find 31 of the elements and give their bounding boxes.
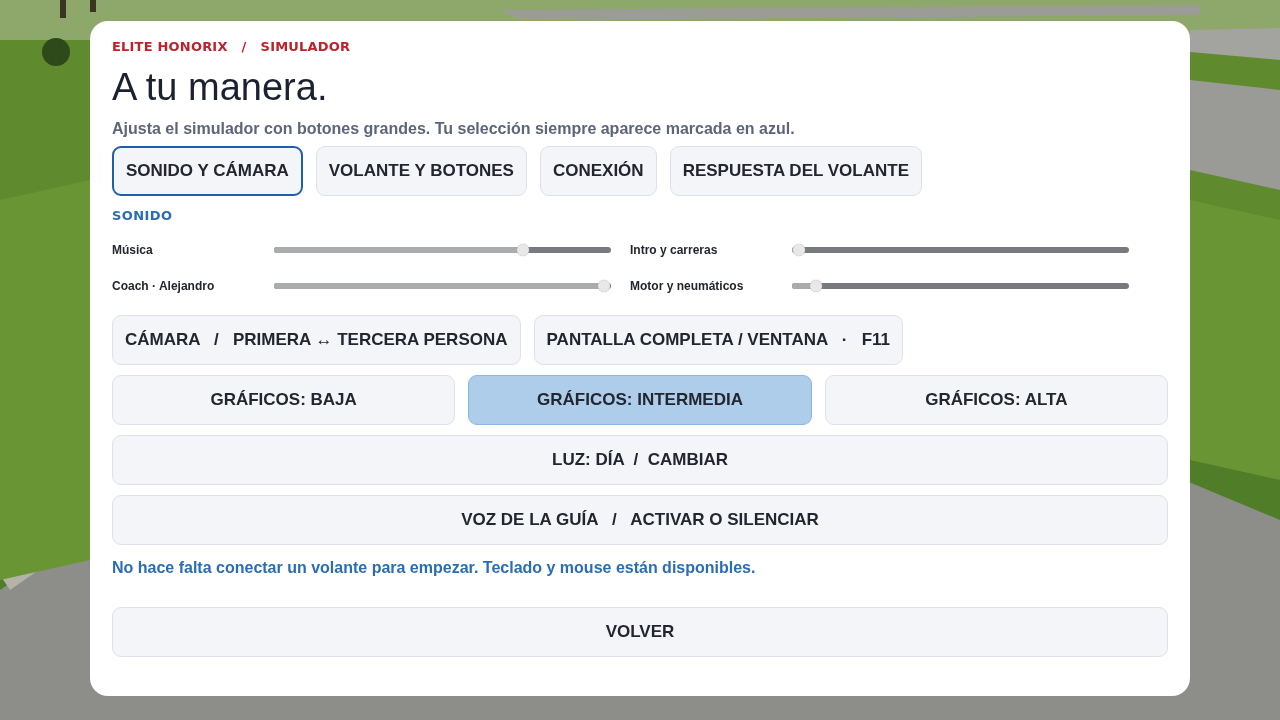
breadcrumb-item[interactable]: SIMULADOR (260, 39, 351, 54)
graphics-option[interactable]: GRÁFICOS: INTERMEDIA (468, 375, 812, 425)
wide-button[interactable]: VOZ DE LA GUÍA / ACTIVAR O SILENCIAR (112, 495, 1168, 545)
breadcrumb-item: / (241, 39, 247, 54)
tab[interactable]: VOLANTE Y BOTONES (315, 146, 527, 196)
back-button[interactable]: VOLVER (112, 607, 1168, 657)
slider-track[interactable] (792, 247, 1129, 253)
graphics-option[interactable]: GRÁFICOS: BAJA (112, 375, 456, 425)
slider-thumb[interactable] (517, 244, 530, 256)
section-label: SONIDO (112, 208, 174, 223)
slider-track[interactable] (792, 283, 1129, 289)
slider-thumb[interactable] (792, 244, 805, 256)
tab[interactable]: SONIDO Y CÁMARA (112, 146, 303, 196)
slider-thumb[interactable] (809, 280, 822, 292)
slider-label: Intro y carreras (630, 243, 719, 257)
graphics-option[interactable]: GRÁFICOS: ALTA (824, 375, 1168, 425)
info-note: No hace falta conectar un volante para empezar. Teclado y mouse están disponibles. (112, 559, 757, 577)
tab[interactable]: CONEXIÓN (539, 146, 657, 196)
slider-track[interactable] (274, 247, 611, 253)
wide-button[interactable]: LUZ: DÍA / CAMBIAR (112, 435, 1168, 485)
slider-track[interactable] (274, 283, 611, 289)
page-title: A tu manera. (112, 65, 329, 110)
toggle-button[interactable]: CÁMARA / PRIMERA ↔ TERCERA PERSONA (112, 315, 521, 365)
tab[interactable]: RESPUESTA DEL VOLANTE (669, 146, 922, 196)
breadcrumb-item[interactable]: ELITE HONORIX (112, 39, 228, 54)
slider-label: Coach · Alejandro (112, 279, 216, 293)
toggle-button[interactable]: PANTALLA COMPLETA / VENTANA · F11 (533, 315, 903, 365)
slider-label: Motor y neumáticos (630, 279, 745, 293)
subtitle: Ajusta el simulador con botones grandes. Tu selección siempre aparece marcada en azul. (112, 120, 796, 138)
slider-label: Música (112, 243, 154, 257)
slider-thumb[interactable] (598, 280, 611, 292)
